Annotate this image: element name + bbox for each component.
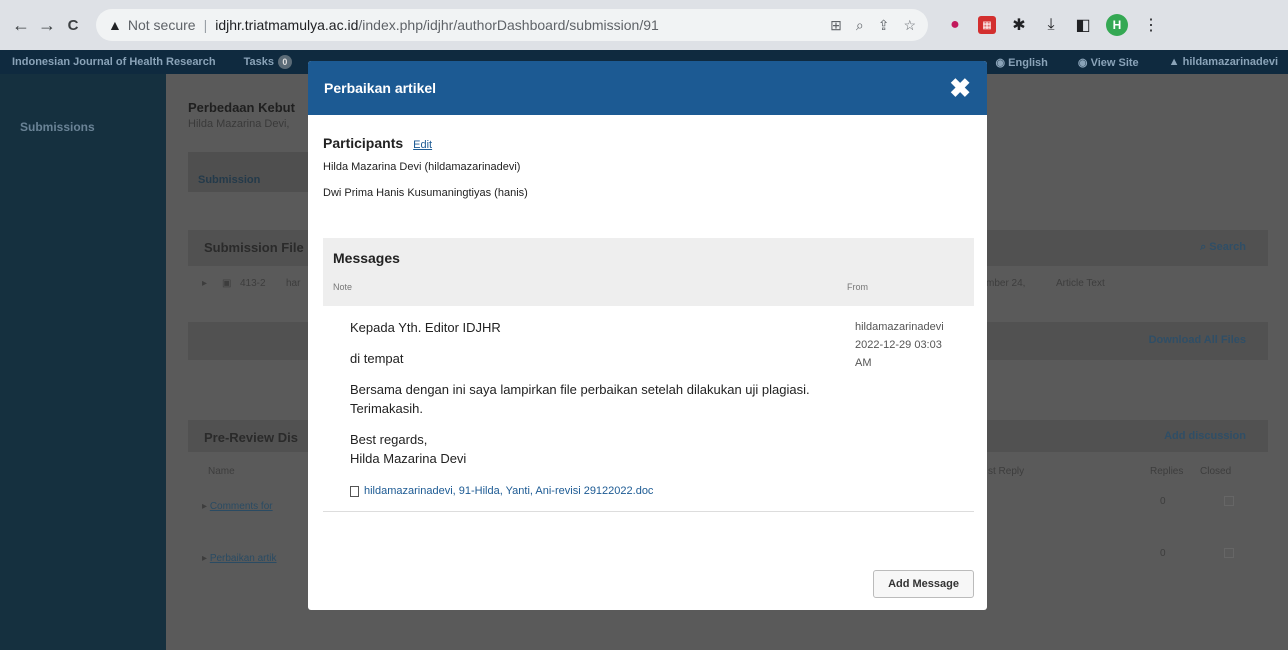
bookmark-star-icon[interactable]: ☆ bbox=[903, 17, 916, 34]
message-line: Terimakasih. bbox=[350, 401, 423, 416]
message-from: hildamazarinadevi 2022-12-29 03:03 AM bbox=[855, 318, 972, 501]
sidebar: Submissions bbox=[0, 74, 166, 650]
messages-title: Messages bbox=[333, 250, 400, 266]
message-line: di tempat bbox=[350, 351, 404, 366]
submission-author: Hilda Mazarina Devi, bbox=[188, 118, 290, 130]
url-path: /index.php/idjhr/authorDashboard/submiss… bbox=[358, 17, 659, 33]
warning-icon: ▲ bbox=[108, 17, 122, 33]
separator: | bbox=[203, 17, 208, 33]
download-all-link[interactable]: Download All Files bbox=[1149, 334, 1246, 346]
sidebar-item-submissions[interactable]: Submissions bbox=[0, 74, 166, 134]
file-icon bbox=[350, 486, 359, 497]
search-link[interactable]: ⌕ Search bbox=[1200, 241, 1246, 254]
user-name: hildamazarinadevi bbox=[1182, 55, 1278, 68]
attachment-name: hildamazarinadevi, 91-Hilda, Yanti, Ani-… bbox=[364, 485, 654, 497]
download-icon[interactable]: ⤓ bbox=[1042, 16, 1060, 34]
extensions-puzzle-icon[interactable]: ✱ bbox=[1010, 16, 1028, 34]
col-closed: Closed bbox=[1200, 466, 1232, 477]
view-site-label: View Site bbox=[1090, 56, 1139, 69]
participant-item: Dwi Prima Hanis Kusumaningtiyas (hanis) bbox=[323, 187, 528, 199]
back-button[interactable]: ← bbox=[8, 12, 34, 38]
participants-heading: Participants bbox=[323, 135, 404, 151]
col-name: Name bbox=[208, 466, 235, 477]
url-host: idjhr.triatmamulya.ac.id bbox=[215, 17, 359, 33]
message-row: Kepada Yth. Editor IDJHR di tempat Bersa… bbox=[323, 306, 974, 512]
search-label: Search bbox=[1209, 241, 1246, 253]
profile-avatar[interactable]: H bbox=[1106, 14, 1128, 36]
file-id: 413-2 bbox=[240, 278, 266, 289]
from-user: hildamazarinadevi bbox=[855, 321, 944, 333]
translate-icon[interactable]: ⊞ bbox=[830, 17, 842, 34]
file-date: mber 24, bbox=[986, 278, 1026, 289]
close-icon[interactable]: ✖ bbox=[949, 75, 971, 101]
tasks-label: Tasks bbox=[243, 56, 274, 68]
modal-header: Perbaikan artikel ✖ bbox=[308, 61, 987, 115]
message-line: Bersama dengan ini saya lampirkan file p… bbox=[350, 382, 810, 397]
forward-button[interactable]: → bbox=[34, 12, 60, 38]
menu-kebab-icon[interactable]: ⋮ bbox=[1142, 16, 1160, 34]
closed-checkbox[interactable] bbox=[1224, 548, 1234, 558]
file-name: har bbox=[286, 278, 301, 289]
extension-color-icon[interactable]: ● bbox=[946, 16, 964, 34]
language-link[interactable]: ◉ English bbox=[996, 56, 1048, 69]
tab-submission[interactable]: Submission bbox=[198, 174, 260, 186]
reload-button[interactable]: C bbox=[60, 12, 86, 38]
message-body: Kepada Yth. Editor IDJHR di tempat Bersa… bbox=[350, 318, 855, 501]
message-line: Hilda Mazarina Devi bbox=[350, 451, 467, 466]
from-date: 2022-12-29 03:03 AM bbox=[855, 339, 942, 369]
col-from: From bbox=[847, 282, 868, 292]
tasks-link[interactable]: Tasks 0 bbox=[244, 55, 292, 69]
submission-title: Perbedaan Kebut bbox=[188, 100, 295, 115]
add-message-button[interactable]: Add Message bbox=[873, 570, 974, 598]
browser-toolbar: ← → C ▲ Not secure | idjhr.triatmamulya.… bbox=[0, 0, 1288, 50]
edit-participants-link[interactable]: Edit bbox=[413, 139, 432, 151]
add-discussion-link[interactable]: Add discussion bbox=[1164, 430, 1246, 442]
tasks-count-badge: 0 bbox=[277, 55, 292, 69]
discussion-modal: Perbaikan artikel ✖ Participants Edit Hi… bbox=[308, 61, 987, 610]
security-label: Not secure bbox=[127, 17, 196, 33]
col-last-reply: st Reply bbox=[988, 466, 1025, 477]
site-name-link[interactable]: Indonesian Journal of Health Research bbox=[0, 56, 216, 68]
discussion-replies: 0 bbox=[1160, 496, 1166, 507]
messages-header: Messages Note From bbox=[323, 238, 974, 306]
zoom-icon[interactable]: ⌕ bbox=[856, 17, 864, 34]
message-line: Kepada Yth. Editor IDJHR bbox=[350, 320, 501, 335]
language-label: English bbox=[1008, 56, 1048, 69]
expand-icon[interactable]: ▸ bbox=[202, 553, 210, 564]
share-icon[interactable]: ⇪ bbox=[878, 17, 890, 34]
discussion-replies: 0 bbox=[1160, 548, 1166, 559]
discussions-title: Pre-Review Dis bbox=[204, 430, 298, 445]
view-site-link[interactable]: ◉ View Site bbox=[1078, 56, 1139, 69]
discussion-name[interactable]: Perbaikan artik bbox=[210, 553, 277, 564]
modal-title: Perbaikan artikel bbox=[324, 80, 437, 96]
files-panel-title: Submission File bbox=[204, 240, 304, 255]
extension-red-icon[interactable]: ▦ bbox=[978, 16, 996, 34]
expand-icon[interactable]: ▸ bbox=[202, 278, 207, 289]
closed-checkbox[interactable] bbox=[1224, 496, 1234, 506]
col-note: Note bbox=[333, 282, 353, 292]
attachment-link[interactable]: hildamazarinadevi, 91-Hilda, Yanti, Ani-… bbox=[350, 482, 855, 501]
discussion-name[interactable]: Comments for bbox=[210, 501, 273, 512]
user-menu[interactable]: ▲ hildamazarinadevi bbox=[1169, 56, 1278, 69]
file-type: Article Text bbox=[1056, 278, 1105, 289]
side-panel-icon[interactable]: ◧ bbox=[1074, 16, 1092, 34]
col-replies: Replies bbox=[1150, 466, 1184, 477]
address-bar[interactable]: ▲ Not secure | idjhr.triatmamulya.ac.id /… bbox=[96, 9, 928, 41]
message-line: Best regards, bbox=[350, 432, 428, 447]
file-icon: ▣ bbox=[222, 278, 232, 289]
expand-icon[interactable]: ▸ bbox=[202, 501, 210, 512]
messages-section: Messages Note From Kepada Yth. Editor ID… bbox=[323, 238, 974, 512]
participants-section: Participants Edit Hilda Mazarina Devi (h… bbox=[308, 115, 987, 199]
participant-item: Hilda Mazarina Devi (hildamazarinadevi) bbox=[323, 161, 521, 173]
